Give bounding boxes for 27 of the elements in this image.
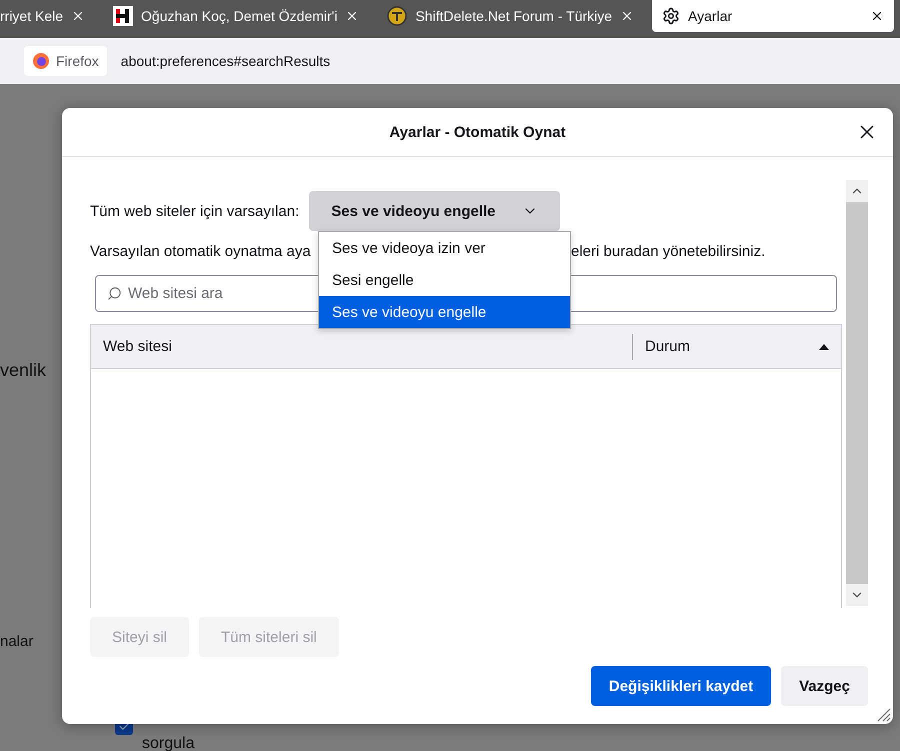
scrollbar[interactable] [846,180,868,606]
column-header[interactable]: Durum [633,334,841,360]
checkbox-label: sorgula [142,735,196,751]
sort-arrow-icon [819,344,829,350]
description-text: Varsayılan otomatik oynatma aya [90,242,311,260]
identity-button[interactable]: Firefox [24,46,107,76]
site-logo-icon [387,6,408,26]
settings-icon [662,7,680,25]
dropdown-option[interactable]: Ses ve videoya izin ver [319,232,570,264]
description-text: eleri buradan yönetebilirsiniz. [571,242,766,260]
browser-tab[interactable]: Ayarlar [652,0,894,32]
default-select[interactable]: Ses ve videoyu engelle [309,191,560,231]
url-text[interactable]: about:preferences#searchResults [120,53,330,69]
browser-logo-icon [32,52,50,70]
browser-tab[interactable]: rriyet Kele [0,0,96,32]
dialog-title: Ayarlar - Otomatik Oynat [389,124,566,140]
browser-tab[interactable]: ShiftDelete.Net Forum - Türkiye [377,0,644,32]
browser-tab[interactable]: Oğuzhan Koç, Demet Özdemir'i [103,0,370,32]
save-button[interactable]: Değişiklikleri kaydet [590,666,772,706]
site-logo-icon [113,6,134,26]
default-label: Tüm web siteler için varsayılan: [90,202,300,220]
dropdown-option[interactable]: Sesi engelle [319,264,570,296]
search-icon [107,286,122,301]
column-header[interactable]: Web sitesi [91,334,632,360]
cancel-button[interactable]: Vazgeç [781,666,868,706]
dropdown-option[interactable]: Ses ve videoyu engelle [319,296,570,328]
section-heading: venlik [0,360,46,381]
